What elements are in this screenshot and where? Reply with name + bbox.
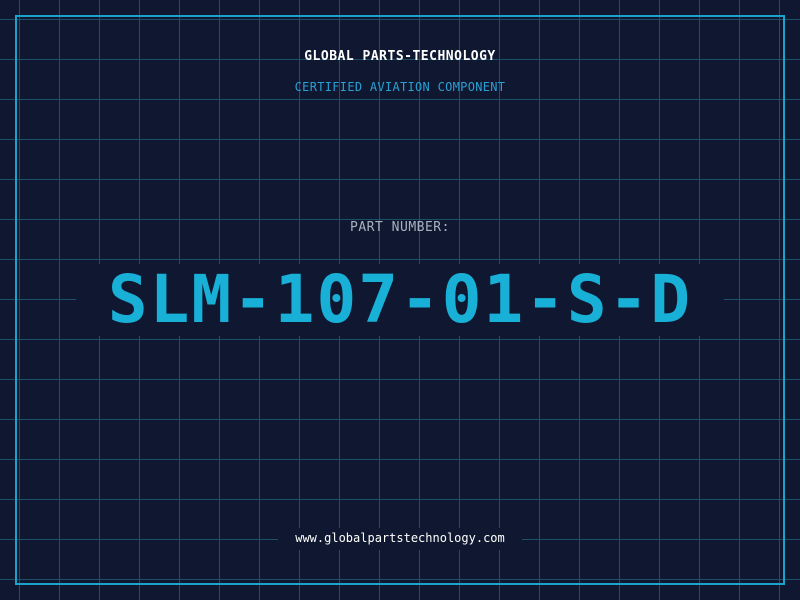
company-name: GLOBAL PARTS-TECHNOLOGY <box>304 49 496 64</box>
part-number-value: SLM-107-01-S-D <box>107 261 693 338</box>
part-number-label: PART NUMBER: <box>350 220 450 235</box>
certification-subtitle: CERTIFIED AVIATION COMPONENT <box>294 80 506 94</box>
part-label-card: GLOBAL PARTS-TECHNOLOGY CERTIFIED AVIATI… <box>0 0 800 600</box>
website-url: www.globalpartstechnology.com <box>295 531 505 545</box>
